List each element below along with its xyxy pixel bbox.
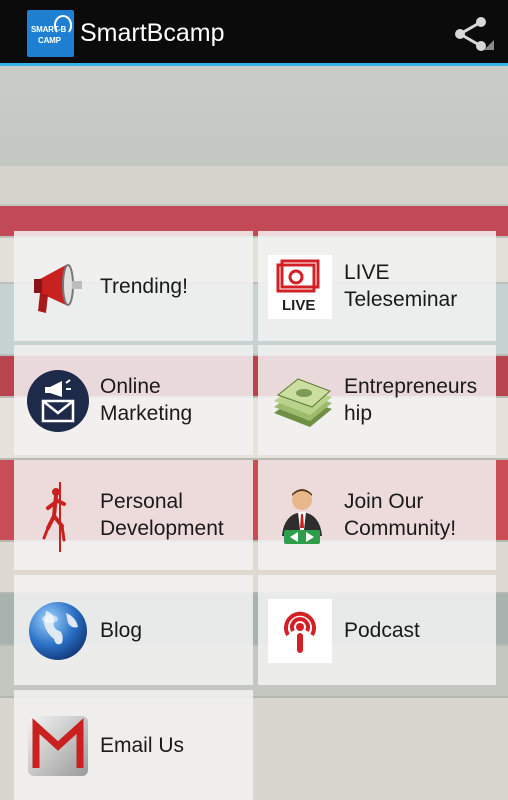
- live-icon-text: LIVE: [282, 297, 316, 314]
- share-icon: [455, 17, 494, 51]
- live-icon: LIVE: [268, 255, 332, 319]
- money-stack-icon: [270, 369, 334, 433]
- menu-item-label: Personal Development: [100, 490, 224, 540]
- climber-icon: [26, 482, 90, 552]
- app-logo[interactable]: SMART-B CAMP: [27, 10, 74, 57]
- share-button[interactable]: [446, 14, 494, 54]
- menu-item-label: Blog: [100, 618, 143, 642]
- menu-item-online-marketing[interactable]: Online Marketing: [14, 345, 253, 455]
- app-title: SmartBcamp: [80, 19, 225, 47]
- menu-item-label: Podcast: [344, 618, 420, 642]
- menu-item-email-us[interactable]: Email Us: [14, 690, 253, 800]
- action-bar: SMART-B CAMP SmartBcamp: [0, 0, 508, 66]
- menu-item-entrepreneurship[interactable]: Entrepreneurs hip: [258, 345, 496, 455]
- menu-item-label: LIVE Teleseminar: [344, 261, 458, 311]
- menu-item-label: Join Our Community!: [344, 490, 457, 540]
- menu-item-join-community[interactable]: Join Our Community!: [258, 460, 496, 570]
- menu-item-blog[interactable]: Blog: [14, 575, 253, 685]
- menu-item-label: Entrepreneurs hip: [344, 375, 478, 425]
- menu-item-podcast[interactable]: Podcast: [258, 575, 496, 685]
- menu-item-personal-development[interactable]: Personal Development: [14, 460, 253, 570]
- globe-icon: [26, 599, 90, 663]
- menu-item-trending[interactable]: Trending!: [14, 231, 253, 341]
- businessman-icon: [270, 484, 334, 548]
- menu-item-label: Online Marketing: [100, 375, 193, 425]
- gmail-icon: [26, 714, 90, 778]
- podcast-icon: [268, 599, 332, 663]
- logo-text-bottom: CAMP: [38, 36, 61, 45]
- megaphone-icon: [26, 255, 90, 319]
- email-megaphone-icon: [26, 369, 90, 433]
- logo-text-top: SMART-B: [31, 25, 67, 34]
- menu-item-label: Trending!: [100, 274, 188, 298]
- menu-item-label: Email Us: [100, 733, 185, 757]
- menu-item-live-teleseminar[interactable]: LIVE LIVE Teleseminar: [258, 231, 496, 341]
